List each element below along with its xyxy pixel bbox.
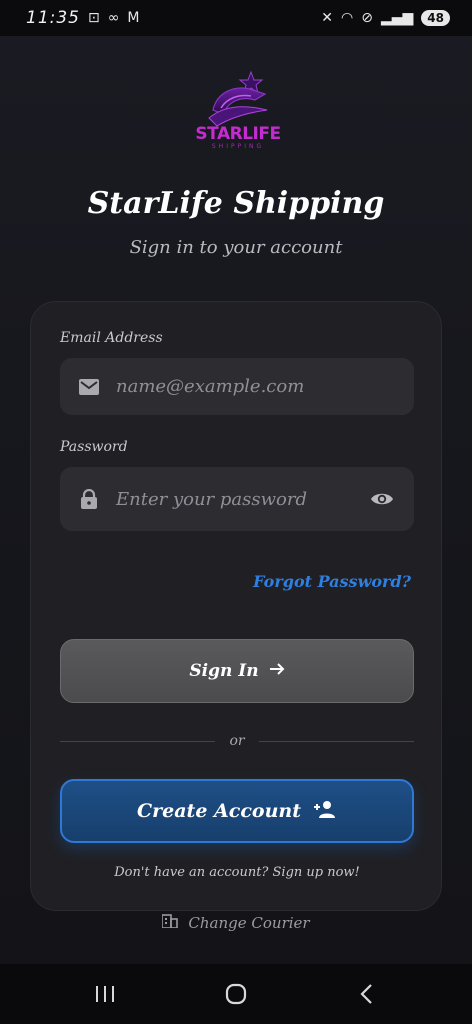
recent-apps-button[interactable] xyxy=(75,964,135,1024)
sign-in-label: Sign In xyxy=(189,661,259,681)
screenshot-icon: ⊡ xyxy=(88,10,100,26)
login-screen: STARLIFE SHIPPING StarLife Shipping Sign… xyxy=(0,36,472,964)
mute-icon: ✕ xyxy=(321,10,334,26)
eye-icon[interactable] xyxy=(368,491,396,507)
gmail-icon: M xyxy=(127,10,140,26)
dnd-icon: ⊘ xyxy=(361,10,373,26)
app-subtitle: Sign in to your account xyxy=(129,237,343,258)
change-courier-label: Change Courier xyxy=(188,914,310,932)
or-divider: or xyxy=(60,731,414,751)
mail-icon xyxy=(78,378,100,395)
password-field[interactable]: Enter your password xyxy=(60,467,414,531)
password-label: Password xyxy=(60,439,128,455)
divider-text: or xyxy=(229,733,245,749)
create-account-button[interactable]: Create Account xyxy=(60,779,414,843)
ship-star-logo-icon xyxy=(208,70,268,127)
forgot-password-link[interactable]: Forgot Password? xyxy=(253,572,411,591)
divider-line-right xyxy=(258,740,414,742)
app-title: StarLife Shipping xyxy=(87,186,385,221)
system-nav-bar xyxy=(0,964,472,1024)
building-icon xyxy=(161,914,179,932)
signal-icon: ▂▄▆ xyxy=(380,10,414,26)
home-button[interactable] xyxy=(206,964,266,1024)
lock-icon xyxy=(78,489,100,509)
signup-hint[interactable]: Don't have an account? Sign up now! xyxy=(31,865,443,880)
divider-line-left xyxy=(60,740,216,742)
arrow-right-icon xyxy=(269,661,285,681)
change-courier-link[interactable]: Change Courier xyxy=(0,914,472,932)
back-icon xyxy=(360,984,372,1004)
status-bar: 11:35 ⊡ ∞ M ✕ ◠ ⊘ ▂▄▆ 48 xyxy=(0,0,472,36)
recents-icon xyxy=(96,986,115,1002)
email-label: Email Address xyxy=(60,330,163,346)
email-input[interactable]: name@example.com xyxy=(116,376,396,397)
battery-indicator: 48 xyxy=(421,10,450,26)
password-input[interactable]: Enter your password xyxy=(116,489,368,510)
person-add-icon xyxy=(313,800,337,823)
app-logo: STARLIFE SHIPPING xyxy=(195,70,281,156)
sign-in-button[interactable]: Sign In xyxy=(60,639,414,703)
logo-wordmark: STARLIFE xyxy=(195,124,281,144)
create-account-label: Create Account xyxy=(137,800,301,822)
link-icon: ∞ xyxy=(107,10,120,26)
home-icon xyxy=(225,983,247,1005)
wifi-icon: ◠ xyxy=(341,10,354,26)
back-button[interactable] xyxy=(337,964,397,1024)
login-card: Email Address name@example.com Password … xyxy=(30,301,442,911)
email-field[interactable]: name@example.com xyxy=(60,358,414,415)
logo-subtext: SHIPPING xyxy=(211,143,265,150)
status-time: 11:35 xyxy=(26,8,80,28)
